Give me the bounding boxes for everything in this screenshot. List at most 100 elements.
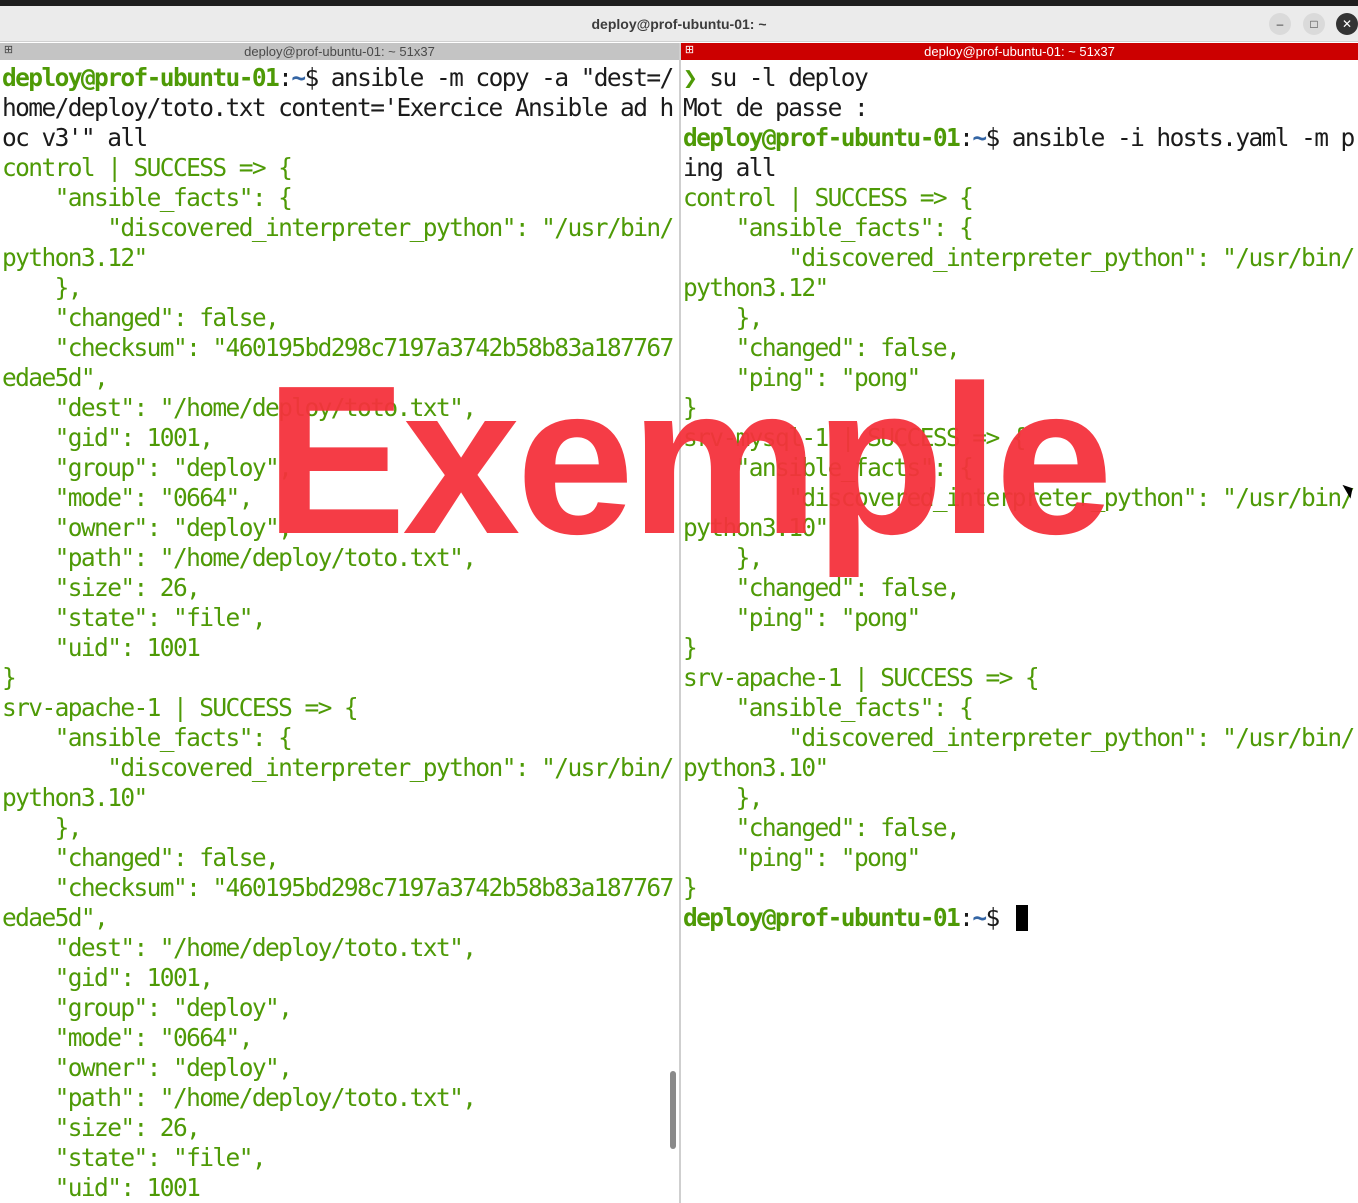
terminal-line: "gid": 1001, [2, 963, 673, 993]
ansible-output: "changed": false, [683, 333, 961, 362]
terminal-line: "checksum": "460195bd298c7197a3742b58b83… [2, 873, 675, 903]
prompt-path: ~ [291, 63, 306, 92]
prompt-separator: : [959, 903, 974, 932]
ansible-output: }, [683, 543, 764, 572]
terminal-line: srv-mysql-1 | SUCCESS => { [683, 423, 1354, 453]
ansible-output: "owner": "deploy", [2, 513, 293, 542]
prompt-user-host: deploy@prof-ubuntu-01 [2, 63, 280, 92]
ansible-output: "path": "/home/deploy/toto.txt", [2, 1083, 477, 1112]
terminal-line: }, [683, 303, 1354, 333]
terminal-line: "owner": "deploy", [2, 513, 673, 543]
terminal-line: "size": 26, [2, 573, 673, 603]
split-pane-icon[interactable]: ⊞ [684, 45, 695, 56]
terminal-line: "discovered_interpreter_python": "/usr/b… [683, 483, 1355, 513]
terminal-line: srv-apache-1 | SUCCESS => { [2, 693, 673, 723]
terminal-pane-right[interactable]: ⊞ deploy@prof-ubuntu-01: ~ 51x37 ❯ su -l… [681, 43, 1358, 1203]
terminal-line: }, [683, 783, 1354, 813]
ansible-output: "gid": 1001, [2, 963, 214, 992]
terminal-line: srv-apache-1 | SUCCESS => { [683, 663, 1354, 693]
terminal-line: "path": "/home/deploy/toto.txt", [2, 1083, 673, 1113]
maximize-icon[interactable]: □ [1303, 13, 1325, 35]
window-titlebar[interactable]: deploy@prof-ubuntu-01: ~ – □ ✕ [0, 6, 1358, 42]
ansible-output: "uid": 1001 [2, 1173, 201, 1202]
ansible-output: "checksum": "460195bd298c7197a3742b58b83… [2, 333, 675, 362]
ansible-output: "changed": false, [2, 843, 280, 872]
ansible-output: "dest": "/home/deploy/toto.txt", [2, 393, 477, 422]
terminal-line: deploy@prof-ubuntu-01:~$ ansible -i host… [683, 123, 1355, 153]
terminal-line: "dest": "/home/deploy/toto.txt", [2, 933, 673, 963]
ansible-output: "state": "file", [2, 1143, 267, 1172]
ansible-output: "changed": false, [683, 573, 961, 602]
terminal-line: "state": "file", [2, 603, 673, 633]
ansible-output: srv-mysql-1 | SUCCESS => { [683, 423, 1027, 452]
ansible-output: "discovered_interpreter_python": "/usr/b… [2, 753, 674, 782]
terminal-line: "ansible_facts": { [683, 453, 1354, 483]
terminal-line: "gid": 1001, [2, 423, 673, 453]
terminal-line: control | SUCCESS => { [2, 153, 673, 183]
prompt-separator: : [278, 63, 293, 92]
terminal-line: "changed": false, [683, 573, 1354, 603]
terminal-line: deploy@prof-ubuntu-01:~$ ansible -m copy… [2, 63, 674, 93]
ansible-output: "ansible_facts": { [683, 693, 974, 722]
terminal-pane-left[interactable]: ⊞ deploy@prof-ubuntu-01: ~ 51x37 deploy@… [0, 43, 679, 1203]
ansible-output: "gid": 1001, [2, 423, 214, 452]
terminal-line: "mode": "0664", [2, 483, 673, 513]
prompt-user-host: deploy@prof-ubuntu-01 [683, 903, 961, 932]
scrollbar-thumb[interactable] [670, 1071, 676, 1149]
prompt-chevron: ❯ [683, 63, 698, 92]
terminal-line: Mot de passe : [683, 93, 1354, 123]
terminal-line: "size": 26, [2, 1113, 673, 1143]
minimize-icon[interactable]: – [1269, 13, 1291, 35]
pane-titlebar-right[interactable]: ⊞ deploy@prof-ubuntu-01: ~ 51x37 [681, 43, 1358, 60]
terminal-line: python3.10" [683, 753, 1354, 783]
terminal-line: "discovered_interpreter_python": "/usr/b… [683, 723, 1355, 753]
terminal-line: "group": "deploy", [2, 993, 673, 1023]
pane-titlebar-left[interactable]: ⊞ deploy@prof-ubuntu-01: ~ 51x37 [0, 43, 679, 60]
ansible-output: "uid": 1001 [2, 633, 201, 662]
ansible-output: "discovered_interpreter_python": "/usr/b… [683, 243, 1355, 272]
close-icon[interactable]: ✕ [1336, 13, 1358, 35]
terminal-text: home/deploy/toto.txt content='Exercice A… [2, 93, 674, 122]
terminal-line: "ansible_facts": { [683, 693, 1354, 723]
split-pane-icon[interactable]: ⊞ [3, 45, 14, 56]
ansible-output: "dest": "/home/deploy/toto.txt", [2, 933, 477, 962]
ansible-output: }, [2, 273, 83, 302]
ansible-output: python3.10" [683, 753, 829, 782]
ansible-output: } [683, 633, 698, 662]
terminal-output-right[interactable]: ❯ su -l deploy Mot de passe : deploy@prof-… [683, 63, 1355, 933]
ansible-output: edae5d", [2, 903, 109, 932]
ansible-output: "state": "file", [2, 603, 267, 632]
ansible-output: "changed": false, [2, 303, 280, 332]
terminal-line: }, [683, 543, 1354, 573]
terminal-line: ❯ su -l deploy [683, 63, 1354, 93]
terminal-line: "path": "/home/deploy/toto.txt", [2, 543, 673, 573]
terminal-line: "uid": 1001 [2, 1173, 673, 1203]
terminal-line: "discovered_interpreter_python": "/usr/b… [2, 213, 674, 243]
ansible-output: control | SUCCESS => { [2, 153, 293, 182]
ansible-output: "owner": "deploy", [2, 1053, 293, 1082]
terminal-line: }, [2, 273, 673, 303]
ansible-output: "path": "/home/deploy/toto.txt", [2, 543, 477, 572]
terminal-line: } [2, 663, 673, 693]
terminal-line: ing all [683, 153, 1354, 183]
terminal-text: oc v3'" all [2, 123, 148, 152]
ansible-output: "mode": "0664", [2, 483, 254, 512]
terminal-line: "changed": false, [2, 303, 673, 333]
ansible-output: }, [683, 783, 764, 812]
pane-title-right: deploy@prof-ubuntu-01: ~ 51x37 [924, 44, 1115, 59]
terminal-line: "dest": "/home/deploy/toto.txt", [2, 393, 673, 423]
terminal-text: su -l deploy [696, 63, 868, 92]
terminal-line: python3.10" [2, 783, 673, 813]
terminal-output-left[interactable]: deploy@prof-ubuntu-01:~$ ansible -m copy… [2, 63, 675, 1203]
terminal-line: python3.10" [683, 513, 1354, 543]
terminal-line: edae5d", [2, 363, 673, 393]
ansible-output: "ping": "pong" [683, 843, 922, 872]
ansible-output: python3.10" [2, 783, 148, 812]
ansible-output: } [683, 873, 698, 902]
command-text: $ [985, 903, 1012, 932]
prompt-separator: : [959, 123, 974, 152]
terminal-line: "ansible_facts": { [2, 183, 673, 213]
terminal-line: } [683, 393, 1354, 423]
terminal-line: "mode": "0664", [2, 1023, 673, 1053]
terminal-line: python3.12" [2, 243, 673, 273]
